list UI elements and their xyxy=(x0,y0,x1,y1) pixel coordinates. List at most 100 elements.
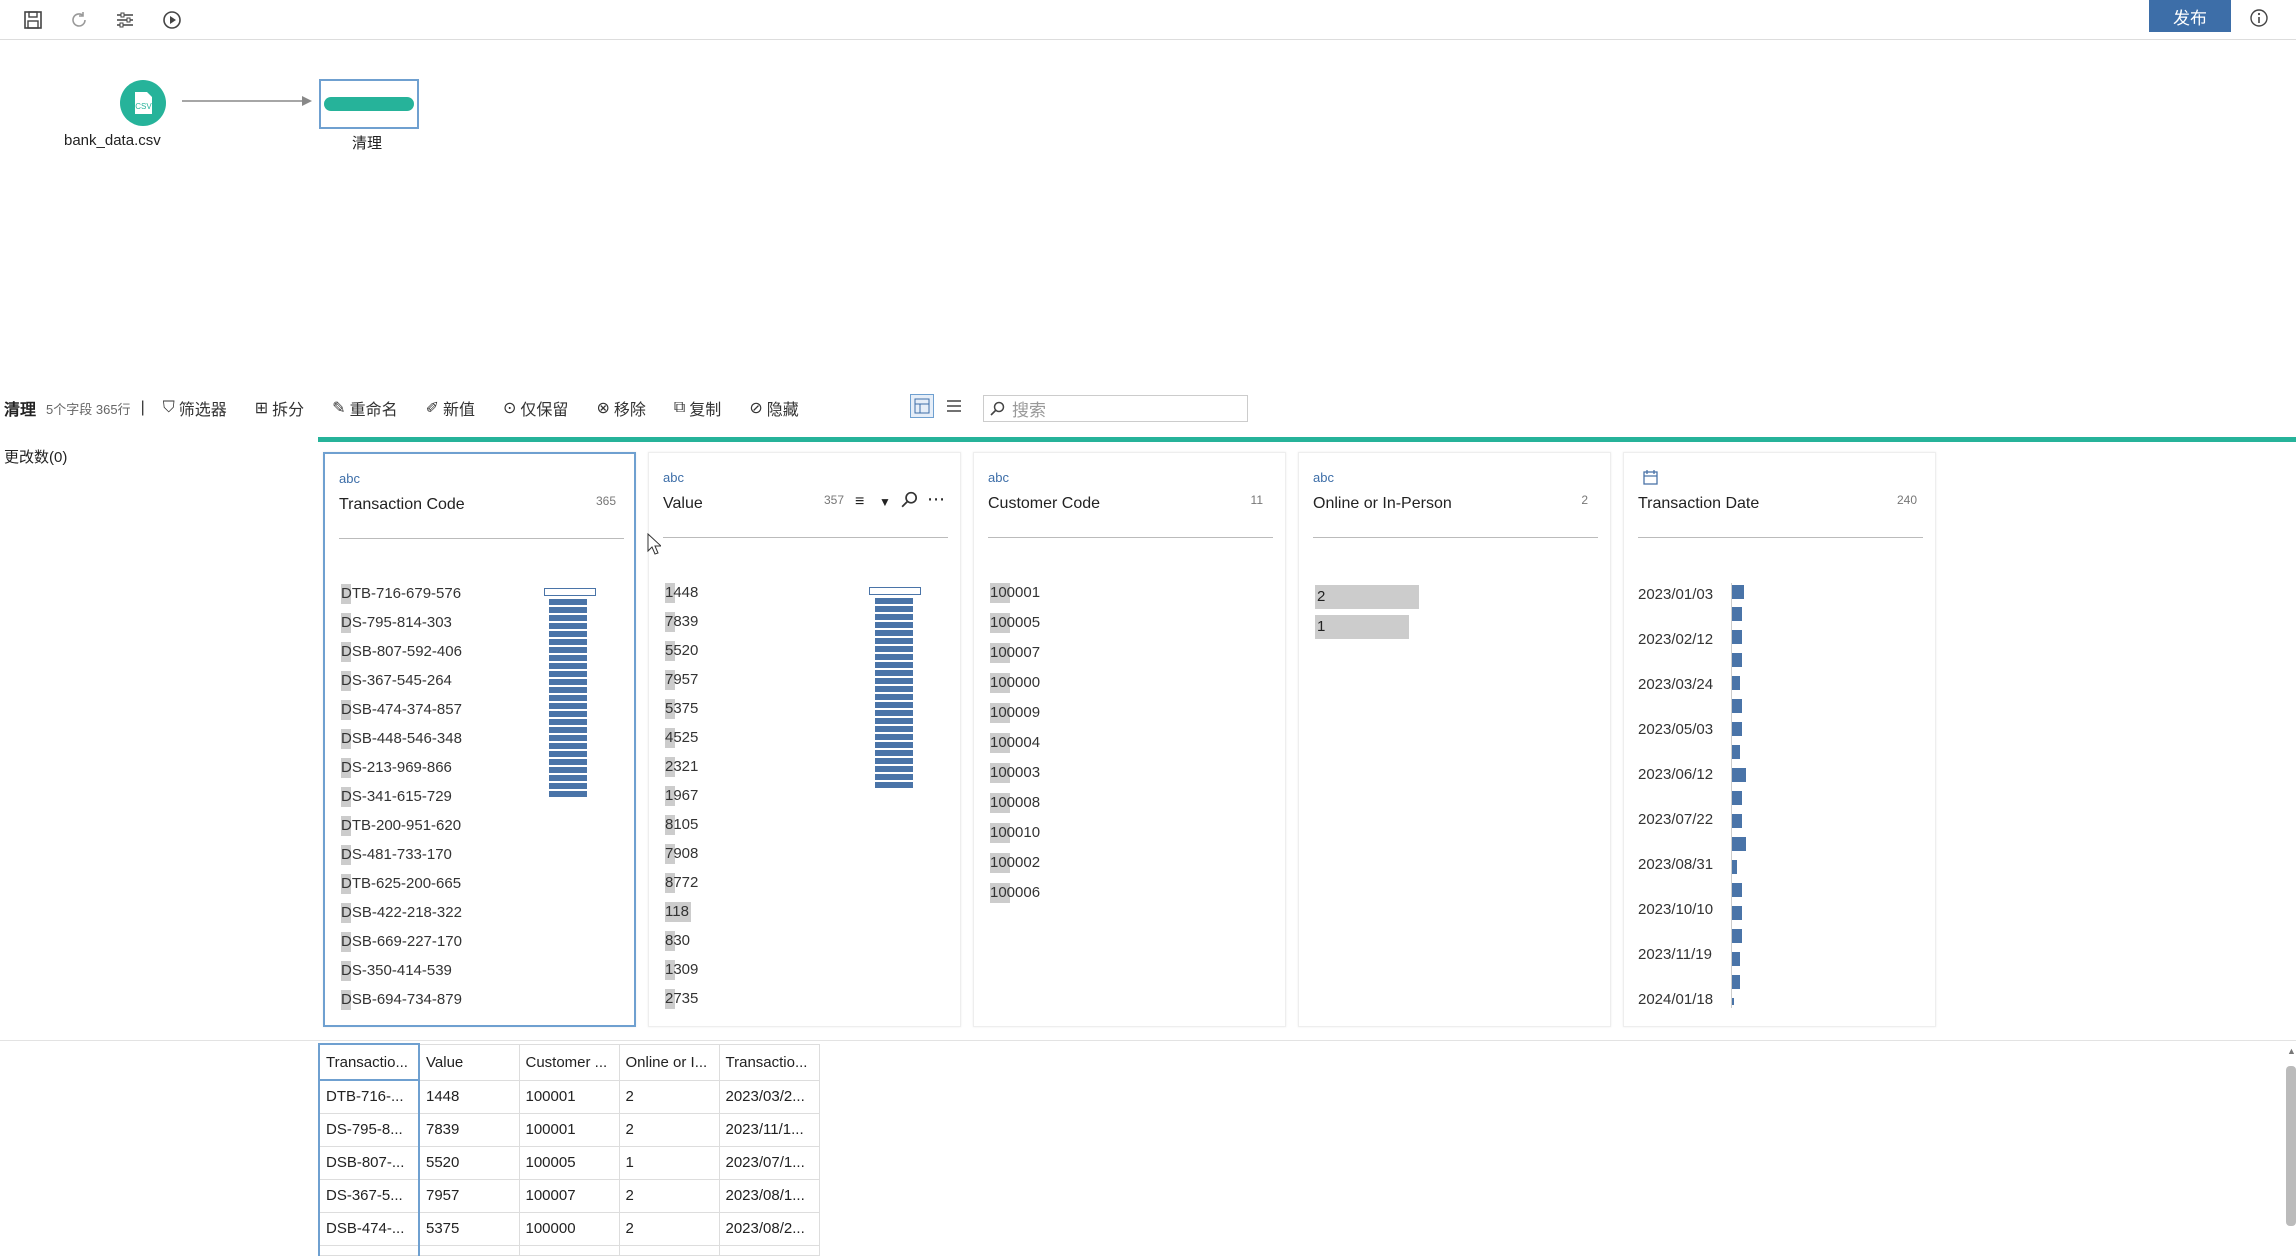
table-cell[interactable]: 2 xyxy=(618,1079,720,1114)
table-cell[interactable]: 5375 xyxy=(418,1211,520,1246)
list-item[interactable]: 7908 xyxy=(665,844,698,864)
table-row[interactable]: DTB-716-... 1448 100001 2 2023/03/2... xyxy=(318,1079,820,1114)
search-field[interactable]: 搜索 xyxy=(983,395,1248,422)
list-item[interactable]: DSB-474-374-857 xyxy=(341,700,462,720)
list-item[interactable]: 2735 xyxy=(665,989,698,1009)
list-item[interactable]: 100007 xyxy=(990,643,1040,663)
table-cell[interactable] xyxy=(718,1244,820,1256)
table-cell[interactable] xyxy=(318,1244,420,1256)
table-cell[interactable]: 2 xyxy=(618,1211,720,1246)
copy-tool[interactable]: ⧉ 复制 xyxy=(674,396,721,420)
table-cell[interactable]: 7839 xyxy=(418,1112,520,1147)
table-row[interactable]: DS-795-8... 7839 100001 2 2023/11/1... xyxy=(318,1112,820,1147)
refresh-icon[interactable] xyxy=(64,5,94,35)
table-cell[interactable]: 1448 xyxy=(418,1079,520,1114)
table-cell[interactable]: 100005 xyxy=(518,1145,620,1180)
field-name[interactable]: Transaction Date xyxy=(1638,495,1759,513)
list-item[interactable]: 5375 xyxy=(665,699,698,719)
list-item[interactable]: DS-481-733-170 xyxy=(341,845,452,865)
list-item[interactable]: 100001 xyxy=(990,583,1040,603)
run-icon[interactable] xyxy=(157,5,187,35)
table-cell[interactable]: 2023/11/1... xyxy=(718,1112,820,1147)
list-item[interactable]: 100008 xyxy=(990,793,1040,813)
list-item[interactable]: 100009 xyxy=(990,703,1040,723)
hide-tool[interactable]: ⊘ 隐藏 xyxy=(749,396,798,420)
table-cell[interactable]: 100001 xyxy=(518,1079,620,1114)
table-cell[interactable]: DS-795-8... xyxy=(318,1112,420,1147)
table-cell[interactable]: 100000 xyxy=(518,1211,620,1246)
profile-card-value[interactable]: abc Value 357 ≡ ▼ ⋯ 1448 7839 5520 7957 … xyxy=(648,452,961,1027)
table-cell[interactable]: 2023/07/1... xyxy=(718,1145,820,1180)
list-item[interactable]: DSB-694-734-879 xyxy=(341,990,462,1010)
scroll-up-icon[interactable]: ▲ xyxy=(2287,1046,2296,1056)
list-item[interactable]: 100000 xyxy=(990,673,1040,693)
new-value-tool[interactable]: ✐ 新值 xyxy=(426,396,475,420)
list-item[interactable]: 1967 xyxy=(665,786,698,806)
split-tool[interactable]: ⊞ 拆分 xyxy=(255,396,304,420)
list-item[interactable]: 5520 xyxy=(665,641,698,661)
profile-card-transaction-date[interactable]: Transaction Date 240 2023/01/03 2023/02/… xyxy=(1623,452,1936,1027)
date-histogram[interactable] xyxy=(1732,585,1752,1005)
list-item[interactable]: 100002 xyxy=(990,853,1040,873)
publish-button[interactable]: 发布 xyxy=(2149,0,2231,32)
list-item[interactable]: DS-795-814-303 xyxy=(341,613,452,633)
table-cell[interactable] xyxy=(418,1244,520,1256)
table-cell[interactable] xyxy=(618,1244,720,1256)
column-header[interactable]: Online or I... xyxy=(618,1043,720,1081)
filter-tool[interactable]: ⛉ 筛选器 xyxy=(163,396,227,420)
list-item[interactable]: DTB-716-679-576 xyxy=(341,584,461,604)
table-cell[interactable]: DSB-807-... xyxy=(318,1145,420,1180)
table-row[interactable]: DS-367-5... 7957 100007 2 2023/08/1... xyxy=(318,1178,820,1213)
value-bar-1[interactable]: 1 xyxy=(1315,615,1409,639)
table-cell[interactable]: DSB-474-... xyxy=(318,1211,420,1246)
more-options-icon[interactable]: ⋯ xyxy=(927,489,945,510)
list-item[interactable]: DSB-422-218-322 xyxy=(341,903,462,923)
list-item[interactable]: 8772 xyxy=(665,873,698,893)
list-item[interactable]: DS-341-615-729 xyxy=(341,787,452,807)
profile-card-transaction-code[interactable]: abc Transaction Code 365 DTB-716-679-576… xyxy=(323,452,636,1027)
column-header[interactable]: Value xyxy=(418,1043,520,1081)
settings-sliders-icon[interactable] xyxy=(110,5,140,35)
csv-source-node[interactable]: CSV xyxy=(120,80,166,126)
list-item[interactable]: 2321 xyxy=(665,757,698,777)
vertical-scrollbar[interactable] xyxy=(2286,1066,2296,1226)
list-item[interactable]: 118 xyxy=(665,902,691,922)
table-cell[interactable]: 100007 xyxy=(518,1178,620,1213)
list-item[interactable]: DSB-807-592-406 xyxy=(341,642,462,662)
keep-only-tool[interactable]: ⊙ 仅保留 xyxy=(503,396,568,420)
sort-icon[interactable]: ≡ xyxy=(855,493,864,511)
column-header[interactable]: Customer ... xyxy=(518,1043,620,1081)
list-item[interactable]: 100010 xyxy=(990,823,1040,843)
value-bar-2[interactable]: 2 xyxy=(1315,585,1419,609)
profile-card-online-or-in-person[interactable]: abc Online or In-Person 2 2 1 xyxy=(1298,452,1611,1027)
table-cell[interactable]: 2 xyxy=(618,1178,720,1213)
distribution-histogram[interactable] xyxy=(549,599,587,799)
field-name[interactable]: Value xyxy=(663,495,703,513)
remove-tool[interactable]: ⊗ 移除 xyxy=(596,396,645,420)
column-header[interactable]: Transactio... xyxy=(718,1043,820,1081)
table-cell[interactable]: DS-367-5... xyxy=(318,1178,420,1213)
distribution-histogram[interactable] xyxy=(875,598,913,790)
profile-card-customer-code[interactable]: abc Customer Code 11 100001 100005 10000… xyxy=(973,452,1286,1027)
list-item[interactable]: DSB-669-227-170 xyxy=(341,932,462,952)
table-row[interactable]: DSB-807-... 5520 100005 1 2023/07/1... xyxy=(318,1145,820,1180)
table-cell[interactable] xyxy=(518,1244,620,1256)
field-name[interactable]: Transaction Code xyxy=(339,496,465,514)
list-item[interactable]: 7957 xyxy=(665,670,698,690)
list-item[interactable]: 1448 xyxy=(665,583,698,603)
table-cell[interactable]: 2 xyxy=(618,1112,720,1147)
scroll-indicator[interactable] xyxy=(869,587,921,595)
list-item[interactable]: DTB-200-951-620 xyxy=(341,816,461,836)
list-item[interactable]: 830 xyxy=(665,931,690,951)
list-item[interactable]: DS-350-414-539 xyxy=(341,961,452,981)
chevron-down-icon[interactable]: ▼ xyxy=(879,495,891,509)
column-header[interactable]: Transactio... xyxy=(318,1043,420,1081)
table-row[interactable]: DSB-474-... 5375 100000 2 2023/08/2... xyxy=(318,1211,820,1246)
list-item[interactable]: 8105 xyxy=(665,815,698,835)
field-name[interactable]: Online or In-Person xyxy=(1313,495,1452,513)
rename-tool[interactable]: ✎ 重命名 xyxy=(332,396,397,420)
list-item[interactable]: 100003 xyxy=(990,763,1040,783)
table-cell[interactable]: 2023/08/1... xyxy=(718,1178,820,1213)
list-item[interactable]: DTB-625-200-665 xyxy=(341,874,461,894)
table-cell[interactable]: DTB-716-... xyxy=(318,1079,420,1114)
